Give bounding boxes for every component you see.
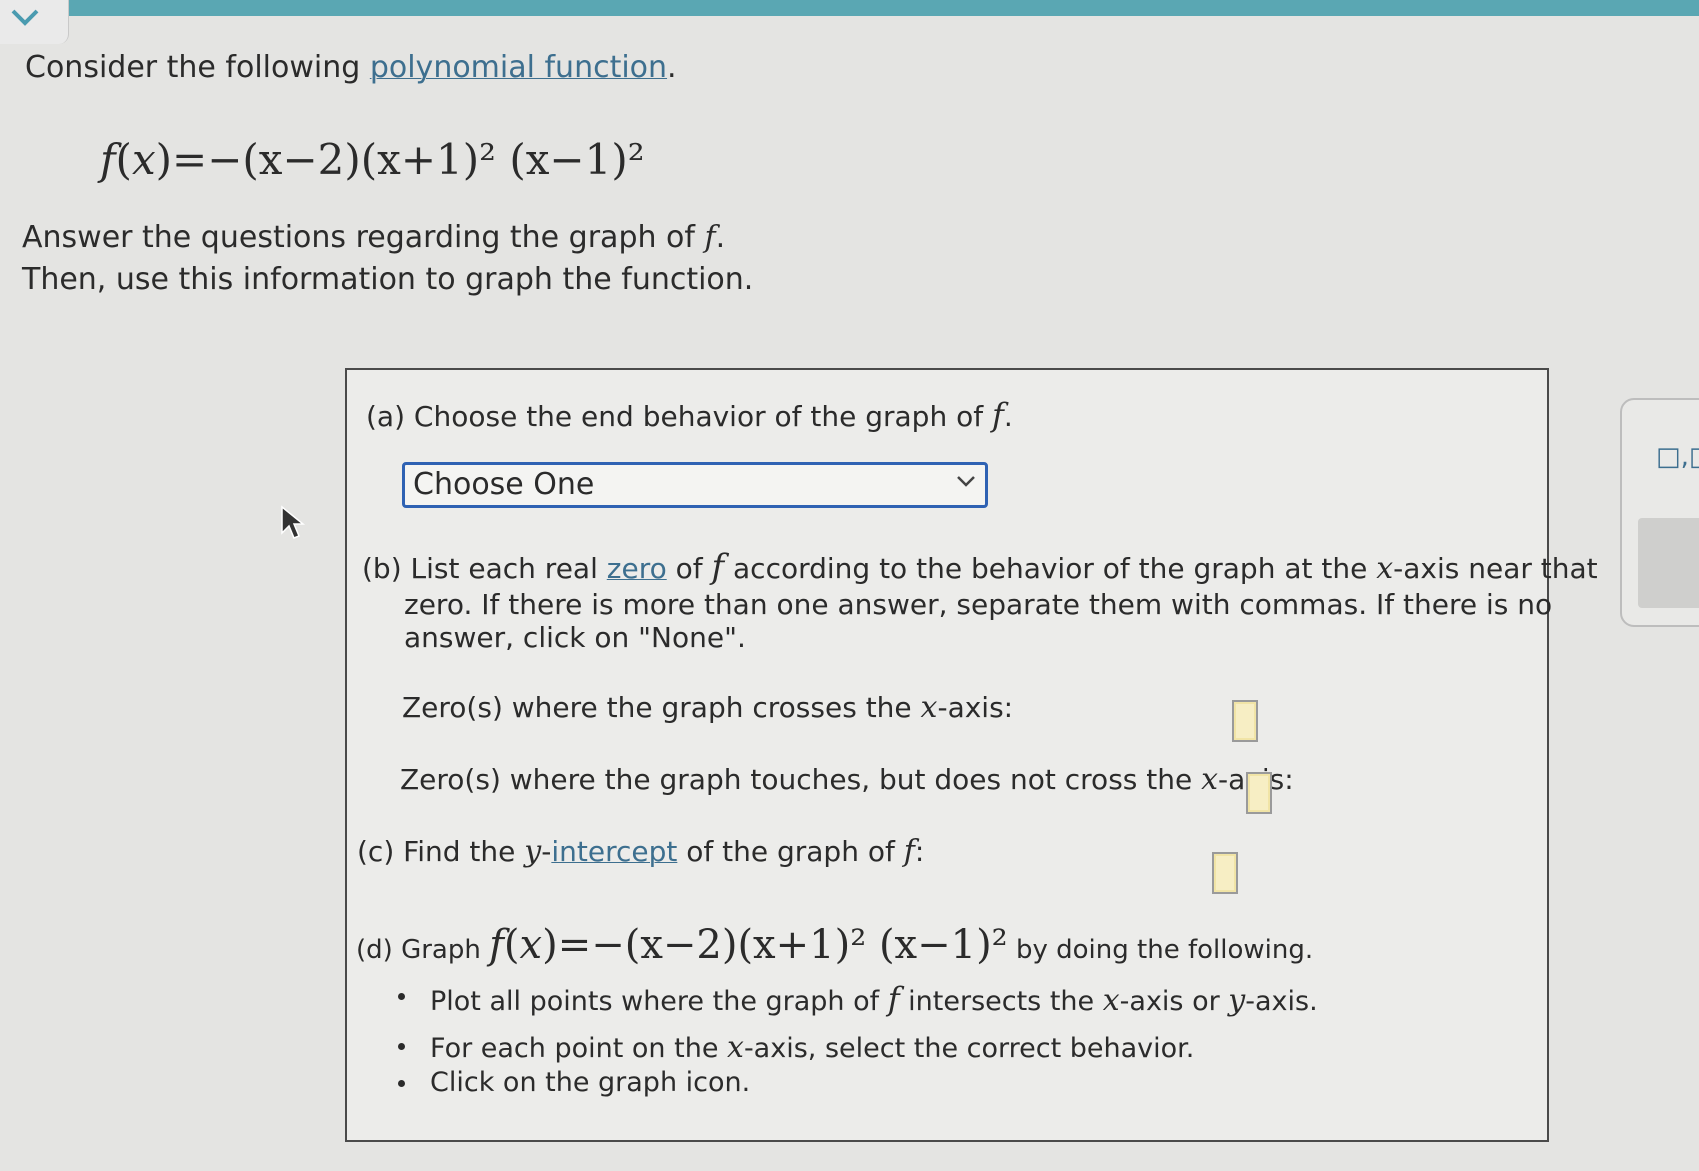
dropdown-chevron-icon	[957, 476, 975, 487]
top-accent-bar	[0, 0, 1699, 16]
crosses-var-x: x	[920, 690, 938, 725]
part-c: (c) Find the y-intercept of the graph of…	[357, 834, 924, 869]
intro-lead: Consider the following	[25, 50, 370, 85]
part-b-var-f: f	[711, 547, 725, 587]
part-d-bullet-2: For each point on the x-axis, select the…	[430, 1030, 1194, 1065]
formula-x: x	[131, 135, 156, 184]
part-d-bullet-3: Click on the graph icon.	[430, 1067, 751, 1098]
part-c-pre: Find the	[403, 835, 525, 868]
instructions-line2: Then, use this information to graph the …	[22, 262, 754, 297]
part-a-text: Choose the end behavior of the graph of	[413, 400, 992, 433]
side-tool-panel: □,□	[1620, 398, 1699, 627]
part-c-marker: (c)	[357, 835, 395, 868]
part-a-marker: (a)	[366, 400, 406, 433]
part-c-colon: :	[914, 835, 925, 868]
part-d-bullet-1: Plot all points where the graph of f int…	[430, 980, 1318, 1018]
zero-link[interactable]: zero	[607, 552, 667, 585]
part-b-marker: (b)	[362, 552, 402, 585]
part-b-line3: answer, click on "None".	[404, 621, 746, 654]
part-a-var: f	[991, 396, 1004, 434]
instructions-var-f: f	[704, 220, 716, 255]
touches-label-pre: Zero(s) where the graph touches, but doe…	[400, 763, 1202, 796]
y-intercept-answer-input[interactable]	[1212, 852, 1238, 894]
part-d-formula-f: f	[489, 922, 504, 968]
bullet-2-var-x: x	[727, 1030, 744, 1065]
chevron-down-icon	[11, 9, 39, 26]
formula-f: f	[100, 135, 116, 184]
end-behavior-dropdown[interactable]: Choose One	[402, 462, 988, 508]
bullet-1-var-x: x	[1102, 983, 1120, 1018]
part-d-graph-label: Graph	[401, 935, 490, 965]
part-b-pre: List each real	[410, 552, 607, 585]
bullet-1-mid: intersects the	[899, 986, 1103, 1017]
intercept-link[interactable]: intercept	[551, 835, 677, 868]
part-c-dash: -	[541, 835, 552, 868]
part-c-post: of the graph of	[677, 835, 904, 868]
crosses-answer-input[interactable]	[1232, 700, 1258, 742]
part-d-suffix: by doing the following.	[1007, 935, 1314, 965]
part-b-line1: (b) List each real zero of f according t…	[362, 547, 1598, 587]
bullet-1-mid2: -axis or	[1119, 986, 1229, 1017]
function-formula: f(x)=−(x−2)(x+1)² (x−1)²	[100, 135, 645, 184]
side-panel-button[interactable]	[1638, 518, 1699, 608]
part-b-line2: zero. If there is more than one answer, …	[404, 588, 1553, 621]
bullet-1-var-f: f	[887, 980, 900, 1018]
part-d-marker: (d)	[356, 935, 393, 965]
part-d-formula-x: x	[519, 922, 543, 968]
crosses-label-post: -axis:	[937, 691, 1014, 724]
part-d: (d) Graph f(x)=−(x−2)(x+1)² (x−1)² by do…	[356, 922, 1313, 968]
instructions-line1: Answer the questions regarding the graph…	[22, 220, 726, 255]
ordered-pair-icon[interactable]: □,□	[1656, 442, 1699, 472]
part-d-formula: f(x)=−(x−2)(x+1)² (x−1)²	[489, 922, 1008, 968]
intro-tail: .	[667, 50, 677, 85]
touches-answer-input[interactable]	[1246, 772, 1272, 814]
bullet-2-pre: For each point on the	[430, 1033, 728, 1064]
bullet-1-post: -axis.	[1245, 986, 1318, 1017]
bullet-dot	[398, 1043, 405, 1050]
part-b-var-x: x	[1376, 551, 1394, 586]
dropdown-selected-value: Choose One	[413, 467, 595, 502]
part-b-mid: of	[666, 552, 712, 585]
touches-label: Zero(s) where the graph touches, but doe…	[400, 762, 1294, 797]
touches-var-x: x	[1201, 762, 1219, 797]
bullet-1-var-y: y	[1228, 983, 1246, 1018]
collapse-toggle-button[interactable]	[0, 0, 69, 44]
part-c-var-f: f	[903, 834, 915, 869]
mouse-cursor-icon	[281, 505, 306, 539]
bullet-dot	[398, 993, 405, 1000]
instructions-text: Answer the questions regarding the graph…	[22, 220, 705, 255]
bullet-dot	[398, 1080, 405, 1087]
formula-rhs: =−(x−2)(x+1)² (x−1)²	[172, 135, 645, 184]
polynomial-function-link[interactable]: polynomial function	[370, 50, 667, 85]
part-a: (a) Choose the end behavior of the graph…	[366, 396, 1013, 434]
part-b-post: according to the behavior of the graph a…	[724, 552, 1377, 585]
bullet-1-pre: Plot all points where the graph of	[430, 986, 888, 1017]
bullet-2-post: -axis, select the correct behavior.	[743, 1033, 1195, 1064]
crosses-label-pre: Zero(s) where the graph crosses the	[402, 691, 921, 724]
crosses-label: Zero(s) where the graph crosses the x-ax…	[402, 690, 1013, 725]
intro-text: Consider the following polynomial functi…	[25, 50, 677, 85]
part-d-formula-rhs: =−(x−2)(x+1)² (x−1)²	[557, 922, 1008, 968]
part-c-var-y: y	[524, 834, 542, 869]
part-b-end: -axis near that	[1393, 552, 1598, 585]
